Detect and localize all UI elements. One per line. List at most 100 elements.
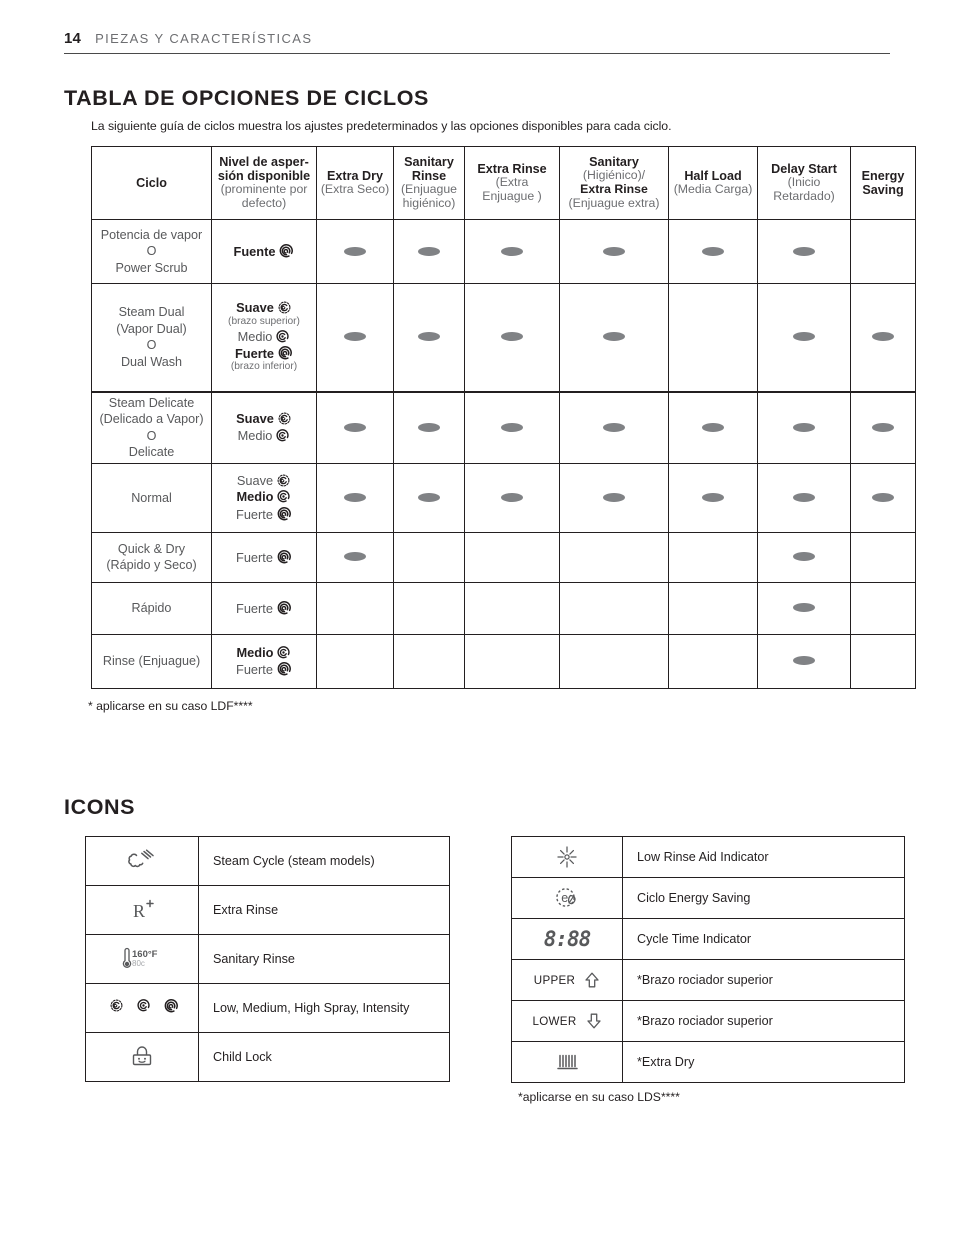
cycles-footnote: * aplicarse en su caso LDF**** [88, 699, 253, 713]
upper-arrow-icon [585, 972, 599, 988]
cycle-name-line: Rápido [131, 601, 172, 616]
spray-level-cell: Suave Medio [211, 391, 317, 464]
option-unavailable-cell [850, 633, 916, 689]
icon-glyph-cell: 8:88 [511, 918, 623, 960]
availability-dot [793, 552, 815, 562]
spray-high-icon [277, 506, 291, 520]
icon-row: e Ciclo Energy Saving [511, 877, 905, 919]
col-header-nivel-aspersion: Nivel de asper-sión disponible (prominen… [211, 146, 317, 220]
availability-dot [603, 492, 625, 502]
col-header-half-load: Half Load (Media Carga) [668, 146, 758, 220]
availability-dot [418, 422, 440, 432]
lower-label: LOWER [532, 1014, 577, 1028]
icon-row: Steam Cycle (steam models) [85, 836, 450, 886]
option-available-cell [316, 219, 394, 284]
spray-high-icon [277, 600, 291, 615]
icon-row: LOWER *Brazo rociador superior [511, 1000, 905, 1042]
option-unavailable-cell [850, 219, 916, 284]
spray-medium-icon [276, 329, 290, 342]
extra-rinse-r-plus-icon: R [133, 899, 154, 921]
cycle-time-seven-segment-icon: 8:88 [543, 927, 592, 951]
availability-dot [793, 332, 815, 342]
cycle-name-cell: Rápido [91, 581, 212, 635]
option-available-cell [464, 283, 560, 393]
spray-level-label: Fuerte [236, 549, 273, 565]
table-row: Steam Dual (Vapor Dual) O Dual Wash Suave (br… [91, 283, 916, 393]
col-header-sanitary-rinse-en: Sanitary Rinse [404, 155, 454, 184]
spray-low-icon [278, 412, 291, 425]
availability-dot [501, 422, 523, 432]
spray-level-item: Fuente [214, 243, 314, 260]
lower-arrow-icon [586, 1013, 601, 1029]
spray-level-cell: Suave Medio Fuerte [211, 462, 317, 533]
steam-cloud-icon [128, 849, 154, 868]
page-header: 14 PIEZAS Y CARACTERÍSTICAS [64, 30, 890, 54]
option-available-cell [393, 219, 465, 284]
icons-table-right: Low Rinse Aid Indicator e Ciclo Energy Sav… [511, 836, 905, 1083]
cycle-name-line: Dual Wash [120, 354, 183, 369]
col-header-sanitary-es: (Higiénico)/Extra Rinse (Enjuague extra) [568, 168, 660, 210]
icons-table-left: Steam Cycle (steam models) R Extra Rinse 16… [85, 836, 450, 1082]
col-header-extra-dry-en: Extra Dry [326, 169, 383, 184]
spray-level-label: Medio [237, 427, 273, 443]
spray-level-item: Medio [214, 645, 314, 661]
spray-level-item: Fuerte [214, 345, 314, 362]
icons-left-body: Steam Cycle (steam models) R Extra Rinse 16… [85, 836, 450, 1082]
option-available-cell [850, 283, 916, 393]
availability-dot [418, 332, 440, 342]
cycle-name-line: (Rápido y Seco) [106, 558, 197, 573]
availability-dot [603, 422, 625, 432]
spray-level-cell: Fuerte [211, 531, 317, 583]
cycle-name-cell: Rinse (Enjuague) [91, 633, 212, 689]
col-header-delay-start-en: Delay Start [771, 162, 837, 177]
availability-dot [344, 422, 366, 432]
spray-level-item: Suave [214, 473, 314, 489]
option-available-cell [559, 283, 669, 393]
cycle-table-header-row: Ciclo Nivel de asper-sión disponible (pr… [91, 146, 916, 220]
cycle-name-line: Delicate [128, 445, 175, 460]
option-unavailable-cell [668, 581, 758, 635]
icon-description-cell: Low Rinse Aid Indicator [622, 836, 905, 878]
option-unavailable-cell [668, 633, 758, 689]
spray-level-item: Medio [214, 489, 314, 505]
cycle-table-body: Potencia de vapor O Power Scrub Fuente Steam… [91, 219, 916, 689]
availability-dot [793, 603, 815, 613]
spray-level-cell: Medio Fuerte [211, 633, 317, 689]
col-header-extra-rinse-en: Extra Rinse [477, 162, 547, 177]
option-available-cell [464, 391, 560, 464]
spray-level-item: Fuerte [214, 661, 314, 678]
icon-glyph-cell: e [511, 877, 623, 919]
extra-dry-heat-coil-icon [557, 1054, 578, 1070]
spray-high-icon [277, 549, 291, 564]
icon-description-cell: Cycle Time Indicator [622, 918, 905, 960]
icon-description-cell: *Brazo rociador superior [622, 959, 905, 1001]
icon-glyph-cell: 160°F 80c [85, 934, 199, 984]
col-header-sanitary-extra-rinse: Sanitary (Higiénico)/Extra Rinse (Enjuagu… [559, 146, 669, 220]
icon-glyph-cell [85, 983, 199, 1033]
cycle-name-line: O [146, 338, 157, 353]
cycle-name-line: Steam Delicate [108, 395, 195, 410]
availability-dot [702, 492, 724, 502]
table-row: Potencia de vapor O Power Scrub Fuente [91, 219, 916, 284]
availability-dot [603, 246, 625, 256]
cycle-name-line: (Vapor Dual) [116, 321, 187, 336]
spray-medium-icon [277, 490, 291, 503]
availability-dot [344, 332, 366, 342]
availability-dot [872, 422, 894, 432]
option-available-cell [316, 462, 394, 533]
cycles-intro-text: La siguiente guía de ciclos muestra los … [91, 119, 672, 133]
option-available-cell [757, 219, 851, 284]
option-available-cell [757, 581, 851, 635]
icon-description-cell: Child Lock [198, 1032, 450, 1082]
availability-dot [793, 422, 815, 432]
col-header-energy-saving-en: Energy Saving [861, 168, 905, 197]
cycle-name-line: Normal [131, 490, 172, 505]
spray-level-label: Suave [236, 300, 274, 316]
availability-dot [501, 246, 523, 256]
cycle-name-line: O [146, 244, 157, 259]
cycles-section-title: TABLA DE OPCIONES DE CICLOS [64, 86, 429, 110]
icon-row: UPPER *Brazo rociador superior [511, 959, 905, 1001]
option-available-cell [393, 283, 465, 393]
icon-description-cell: Ciclo Energy Saving [622, 877, 905, 919]
icon-description-cell: Sanitary Rinse [198, 934, 450, 984]
